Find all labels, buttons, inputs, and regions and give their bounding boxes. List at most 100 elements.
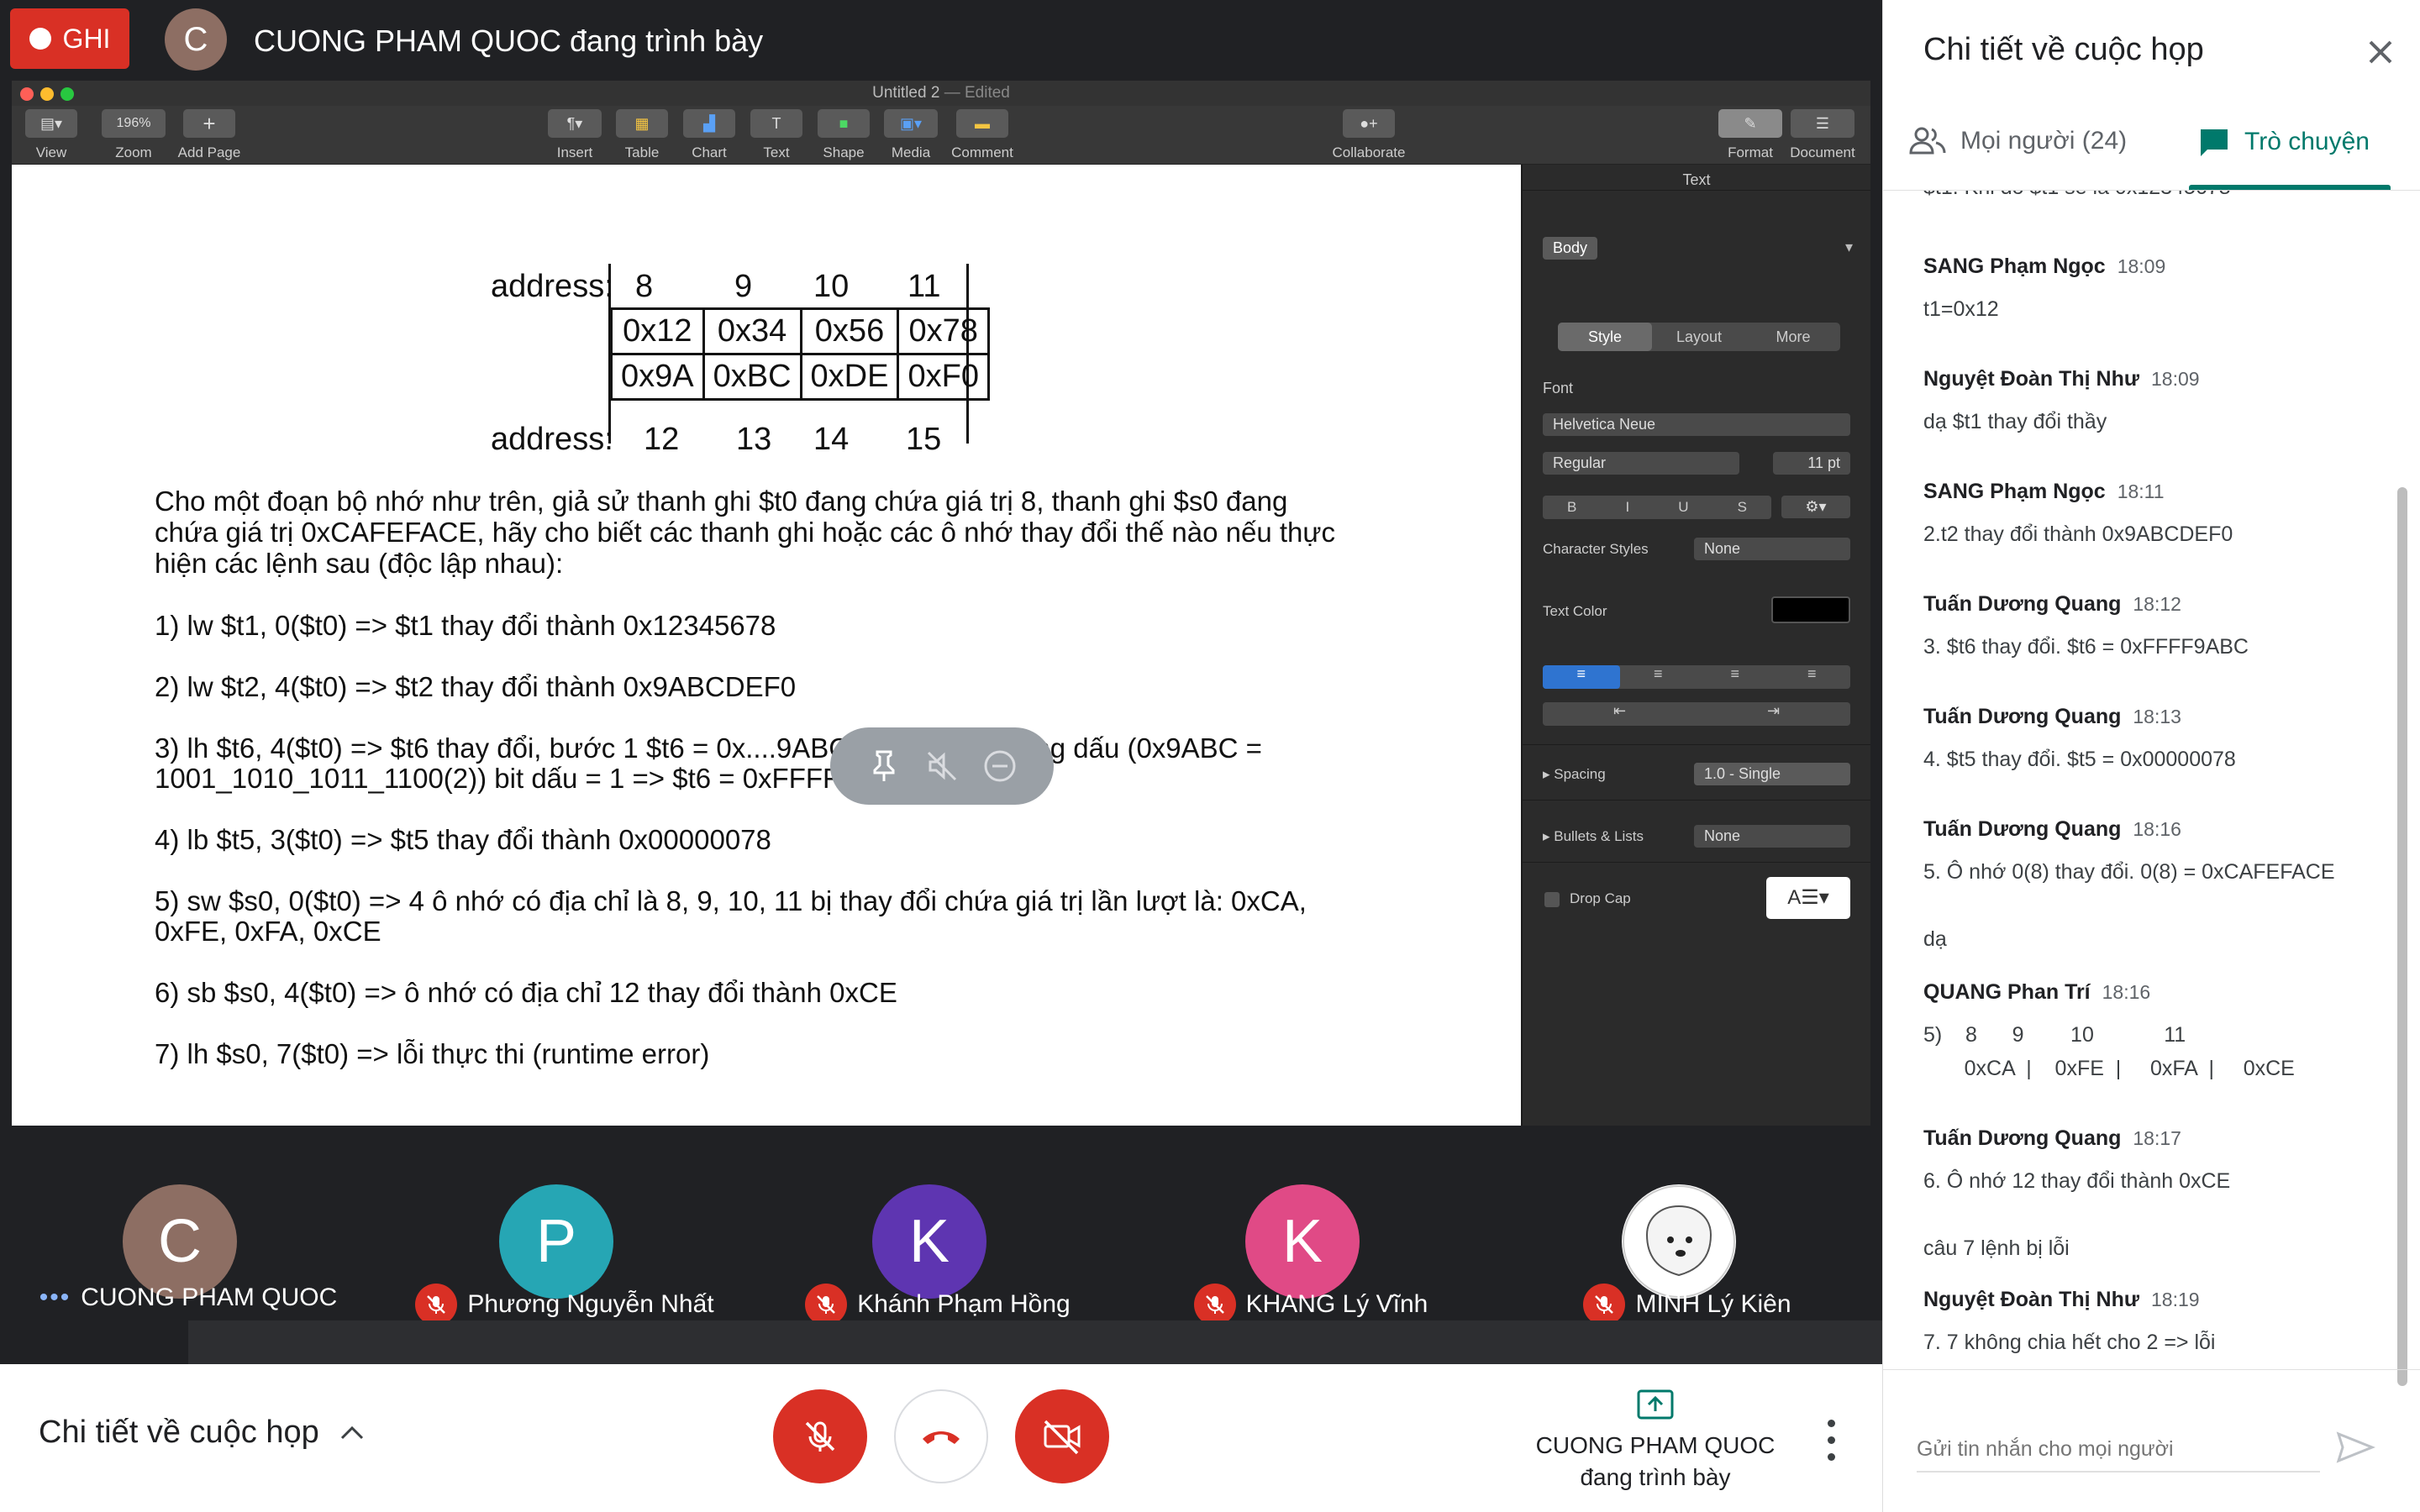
character-styles-label: Character Styles xyxy=(1543,541,1649,557)
font-name-select[interactable]: Helvetica Neue xyxy=(1543,413,1850,436)
pin-icon[interactable] xyxy=(865,747,903,785)
leave-call-button[interactable] xyxy=(894,1389,988,1483)
drop-cap-checkbox[interactable] xyxy=(1544,892,1560,907)
mute-speaker-icon[interactable] xyxy=(923,747,961,785)
indent-icon[interactable]: ⇥ xyxy=(1697,702,1850,726)
chevron-down-icon[interactable]: ▾ xyxy=(1845,239,1853,256)
participant-tile[interactable]: K KHANG Lý Vĩnh xyxy=(1126,1142,1496,1344)
polar-bear-icon xyxy=(1623,1185,1735,1298)
participant-tile[interactable]: MINH Lý Kiên xyxy=(1502,1142,1872,1344)
close-panel-button[interactable] xyxy=(2362,34,2399,71)
close-window-icon[interactable] xyxy=(20,87,34,101)
add-page-button[interactable]: + Add Page xyxy=(171,109,247,161)
tab-layout[interactable]: Layout xyxy=(1652,323,1746,351)
tab-more[interactable]: More xyxy=(1746,323,1840,351)
participant-tile[interactable]: C ••• CUONG PHAM QUOC xyxy=(3,1142,373,1344)
drop-cap-style-icon[interactable]: A☰▾ xyxy=(1766,877,1850,919)
bullets-lists-label[interactable]: ▸ Bullets & Lists xyxy=(1543,828,1644,845)
text-icon: T xyxy=(750,109,802,138)
outdent-icon[interactable]: ⇤ xyxy=(1543,702,1697,726)
participant-tile[interactable]: P Phương Nguyễn Nhất xyxy=(380,1142,750,1344)
recording-badge[interactable]: GHI xyxy=(10,8,129,69)
shape-button[interactable]: ■ Shape xyxy=(810,109,877,161)
align-center-icon[interactable]: ≡ xyxy=(1620,665,1697,689)
memory-cell: 0x78 xyxy=(897,307,990,355)
justify-icon[interactable]: ≡ xyxy=(1774,665,1851,689)
spacing-select[interactable]: 1.0 - Single xyxy=(1694,763,1850,785)
collaborate-button[interactable]: ●+ Collaborate xyxy=(1323,109,1415,161)
send-icon[interactable] xyxy=(2335,1431,2375,1464)
bold-button[interactable]: B xyxy=(1567,499,1576,516)
memory-cell: 0xBC xyxy=(702,353,802,401)
message-text: 2.t2 thay đổi thành 0x9ABCDEF0 xyxy=(1923,522,2233,546)
comment-label: Comment xyxy=(951,144,1013,160)
zoom-window-icon[interactable] xyxy=(60,87,74,101)
gear-icon[interactable]: ⚙▾ xyxy=(1781,496,1850,518)
tab-people[interactable]: Mọi người (24) xyxy=(1908,126,2127,156)
format-button[interactable]: ✎ Format xyxy=(1716,109,1785,161)
text-color-swatch[interactable] xyxy=(1771,596,1850,623)
character-styles-select[interactable]: None xyxy=(1694,538,1850,560)
answer-line: 1) lw $t1, 0($t0) => $t1 thay đổi thành … xyxy=(155,610,776,641)
hang-up-icon xyxy=(923,1431,960,1444)
minimize-window-icon[interactable] xyxy=(40,87,54,101)
tab-chat[interactable]: Trò chuyện xyxy=(2197,126,2370,158)
participant-name: Khánh Phạm Hồng xyxy=(857,1290,1071,1318)
microphone-toggle-button[interactable] xyxy=(773,1389,867,1483)
chat-message-input[interactable] xyxy=(1917,1437,2320,1462)
presenting-indicator[interactable]: CUONG PHAM QUOC đang trình bày xyxy=(1529,1388,1781,1494)
memory-cell: 0x12 xyxy=(610,307,705,355)
spacing-label[interactable]: ▸ Spacing xyxy=(1543,766,1606,783)
collaborate-icon: ●+ xyxy=(1343,109,1395,138)
camera-toggle-button[interactable] xyxy=(1015,1389,1109,1483)
memory-table: 0x12 0x34 0x56 0x78 0x9A 0xBC 0xDE 0xF0 xyxy=(610,307,990,401)
answer-line: 5) sw $s0, 0($t0) => 4 ô nhớ có địa chỉ … xyxy=(155,885,1307,916)
strikethrough-button[interactable]: S xyxy=(1738,499,1747,516)
media-label: Media xyxy=(891,144,931,160)
chat-message: Tuấn Dương Quang 18:16 5. Ô nhớ 0(8) thay … xyxy=(1923,817,2394,956)
message-time: 18:16 xyxy=(2133,818,2181,840)
spacing-text: Spacing xyxy=(1554,766,1606,782)
document-button[interactable]: ☰ Document xyxy=(1785,109,1860,161)
document-icon: ☰ xyxy=(1791,109,1854,138)
presenter-status: CUONG PHAM QUOC đang trình bày xyxy=(254,24,764,58)
table-button[interactable]: ▦ Table xyxy=(608,109,676,161)
participant-tile[interactable]: K Khánh Phạm Hồng xyxy=(753,1142,1123,1344)
zoom-value: 196% xyxy=(102,109,166,138)
more-options-button[interactable] xyxy=(1818,1415,1844,1465)
meeting-controls-bar: Chi tiết về cuộc họp CUONG PHAM QUOC đan… xyxy=(0,1364,1882,1512)
address-12: 12 xyxy=(644,422,680,457)
bullets-select[interactable]: None xyxy=(1694,825,1850,848)
participant-name: CUONG PHAM QUOC xyxy=(81,1284,338,1311)
font-weight-select[interactable]: Regular xyxy=(1543,452,1739,475)
intro-line: Cho một đoạn bộ nhớ như trên, giả sử tha… xyxy=(155,486,1288,517)
tab-style[interactable]: Style xyxy=(1558,323,1652,351)
comment-button[interactable]: ▬ Comment xyxy=(944,109,1020,161)
zoom-button[interactable]: 196% Zoom xyxy=(96,109,171,161)
chart-button[interactable]: ▟ Chart xyxy=(676,109,743,161)
camera-off-icon xyxy=(1044,1420,1081,1455)
font-size-field[interactable]: 11 pt xyxy=(1773,452,1850,475)
divider xyxy=(1523,862,1870,863)
align-left-icon[interactable]: ≡ xyxy=(1543,665,1620,689)
remove-icon[interactable] xyxy=(981,747,1019,785)
italic-button[interactable]: I xyxy=(1625,499,1629,516)
chat-scrollbar[interactable] xyxy=(2397,487,2407,1386)
text-button[interactable]: T Text xyxy=(743,109,810,161)
message-time: 18:09 xyxy=(2117,255,2166,277)
pilcrow-icon: ¶▾ xyxy=(548,109,602,138)
chart-label: Chart xyxy=(692,144,727,160)
meeting-details-button[interactable]: Chi tiết về cuộc họp xyxy=(39,1415,365,1451)
underline-button[interactable]: U xyxy=(1678,499,1688,516)
participant-name-row: KHANG Lý Vĩnh xyxy=(1126,1284,1496,1326)
view-button[interactable]: ▤▾ View xyxy=(22,109,81,161)
message-time: 18:09 xyxy=(2150,368,2200,390)
insert-button[interactable]: ¶▾ Insert xyxy=(541,109,608,161)
paragraph-style-select[interactable]: Body xyxy=(1543,237,1598,260)
intro-line: hiện các lệnh sau (độc lập nhau): xyxy=(155,548,564,579)
address-8: 8 xyxy=(635,269,654,304)
document-page[interactable]: address: 8 9 10 11 0x12 0x34 0x56 0x78 0… xyxy=(12,165,1521,1126)
media-button[interactable]: ▣▾ Media xyxy=(877,109,944,161)
chat-message: Tuấn Dương Quang 18:12 3. $t6 thay đổi. $t… xyxy=(1923,592,2394,664)
align-right-icon[interactable]: ≡ xyxy=(1697,665,1774,689)
